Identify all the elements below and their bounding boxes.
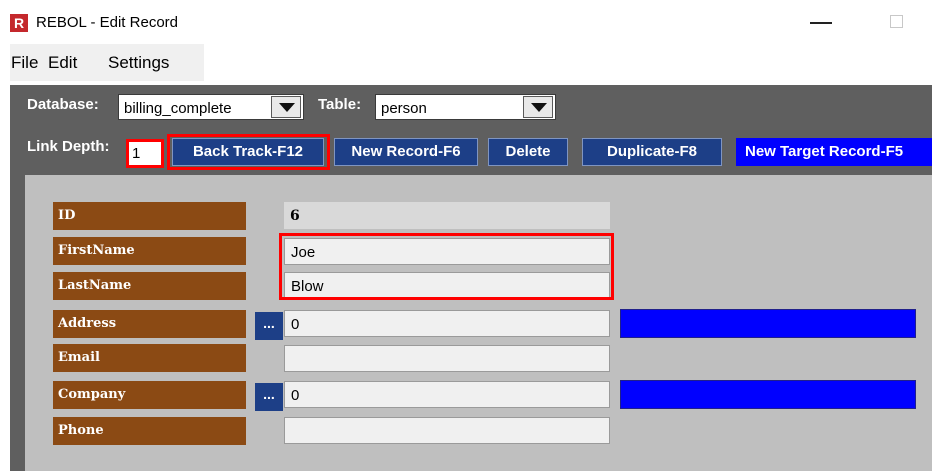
table-select[interactable]: person [375, 94, 556, 120]
id-value: 6 [284, 202, 610, 229]
phone-field[interactable] [284, 417, 610, 444]
minimize-icon[interactable] [810, 22, 832, 24]
field-label-company: Company [53, 381, 246, 409]
table-select-value: person [381, 100, 427, 117]
name-fields-highlight [279, 233, 614, 300]
field-label-phone: Phone [53, 417, 246, 445]
field-label-id: ID [53, 202, 246, 230]
field-label-lastname: LastName [53, 272, 246, 300]
dropdown-arrow-icon[interactable] [523, 96, 553, 118]
field-label-email: Email [53, 344, 246, 372]
rebol-app-icon: R [10, 14, 28, 32]
table-label: Table: [318, 96, 362, 113]
menu-file[interactable]: File [11, 53, 38, 73]
back-track-button[interactable]: Back Track-F12 [172, 138, 324, 166]
address-lookup-button[interactable]: ... [255, 312, 283, 340]
field-label-firstname: FirstName [53, 237, 246, 265]
address-link-bar[interactable] [620, 309, 916, 338]
menu-bar: File Edit Settings [10, 44, 204, 81]
link-depth-label: Link Depth: [27, 138, 110, 155]
id-value-text: 6 [290, 208, 300, 224]
database-label: Database: [27, 96, 99, 113]
company-value: 0 [291, 387, 300, 404]
email-field[interactable] [284, 345, 610, 372]
rebol-edit-record-window: R REBOL - Edit Record File Edit Settings… [0, 0, 932, 471]
window-title: REBOL - Edit Record [36, 14, 178, 31]
company-field[interactable]: 0 [284, 381, 610, 408]
title-bar: R REBOL - Edit Record [0, 0, 932, 44]
company-lookup-button[interactable]: ... [255, 383, 283, 411]
company-link-bar[interactable] [620, 380, 916, 409]
delete-button[interactable]: Delete [488, 138, 568, 166]
database-select-value: billing_complete [124, 100, 232, 117]
menu-settings[interactable]: Settings [108, 53, 169, 73]
link-depth-value: 1 [132, 145, 141, 162]
link-depth-input[interactable]: 1 [126, 139, 164, 168]
duplicate-button[interactable]: Duplicate-F8 [582, 138, 722, 166]
maximize-icon[interactable] [890, 15, 903, 28]
menu-edit[interactable]: Edit [48, 53, 77, 73]
new-record-button[interactable]: New Record-F6 [334, 138, 478, 166]
address-field[interactable]: 0 [284, 310, 610, 337]
address-value: 0 [291, 316, 300, 333]
field-label-address: Address [53, 310, 246, 338]
new-target-record-button[interactable]: New Target Record-F5 [736, 138, 932, 166]
database-select[interactable]: billing_complete [118, 94, 304, 120]
dropdown-arrow-icon[interactable] [271, 96, 301, 118]
